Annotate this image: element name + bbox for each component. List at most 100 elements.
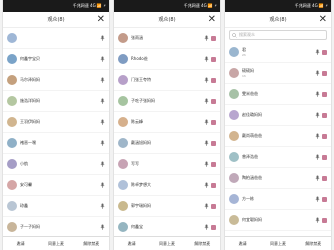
user-name: 褚晋一嘿 — [20, 140, 36, 145]
mic-icon[interactable] — [204, 203, 209, 210]
mute-badge-icon[interactable] — [322, 91, 327, 97]
mute-badge-icon[interactable] — [211, 140, 216, 146]
list-item[interactable]: 何鑫宇宝贝 — [3, 49, 109, 70]
mic-icon[interactable] — [100, 119, 105, 126]
list-item[interactable]: 曾泽浩爸 — [225, 147, 331, 168]
mute-badge-icon[interactable] — [322, 217, 327, 223]
invite-button[interactable]: 邀请 — [114, 237, 149, 250]
mic-icon[interactable] — [204, 35, 209, 42]
mic-icon[interactable] — [315, 196, 320, 203]
mic-icon[interactable] — [204, 161, 209, 168]
user-name: 小航 — [20, 161, 28, 166]
mute-badge-icon[interactable] — [322, 112, 327, 118]
mute-badge-icon[interactable] — [211, 56, 216, 62]
list-item[interactable]: 子吃子张妈妈 — [114, 91, 220, 112]
unmute-button[interactable]: 解除禁麦 — [74, 237, 109, 250]
approve-mic-button[interactable]: 同意上麦 — [260, 237, 295, 250]
mic-icon[interactable] — [315, 49, 320, 56]
mic-icon[interactable] — [100, 35, 105, 42]
mic-icon[interactable] — [315, 217, 320, 224]
list-item[interactable]: 马尔泽妈妈 — [3, 70, 109, 91]
mic-icon[interactable] — [204, 56, 209, 63]
audience-title: 观众(8) — [158, 17, 176, 23]
list-item[interactable]: 方一栋 — [225, 189, 331, 210]
mute-badge-icon[interactable] — [211, 35, 216, 41]
list-item[interactable]: 褚晋一嘿 — [3, 133, 109, 154]
mic-icon[interactable] — [204, 224, 209, 231]
mute-badge-icon[interactable] — [211, 77, 216, 83]
mic-icon[interactable] — [100, 203, 105, 210]
mute-badge-icon[interactable] — [322, 175, 327, 181]
mute-badge-icon[interactable] — [322, 49, 327, 55]
unmute-button[interactable]: 解除禁麦 — [185, 237, 220, 250]
close-icon[interactable]: ✕ — [97, 13, 105, 27]
mic-icon[interactable] — [315, 91, 320, 98]
list-item[interactable]: 子一子妈妈 — [3, 217, 109, 238]
avatar — [229, 68, 239, 78]
mute-badge-icon[interactable] — [322, 133, 327, 139]
list-item[interactable] — [3, 28, 109, 49]
approve-mic-button[interactable]: 同意上麦 — [38, 237, 73, 250]
mute-badge-icon[interactable] — [322, 196, 327, 202]
search-input[interactable]: 搜索观众 — [229, 30, 327, 40]
mute-badge-icon[interactable] — [322, 154, 327, 160]
list-item[interactable]: 戴涵旭妈妈 — [114, 133, 220, 154]
list-item[interactable]: 戴尚萌爸爸 — [225, 126, 331, 147]
mute-badge-icon[interactable] — [211, 203, 216, 209]
avatar — [7, 138, 17, 148]
mute-badge-icon[interactable] — [211, 224, 216, 230]
approve-mic-button[interactable]: 同意上麦 — [149, 237, 184, 250]
list-item[interactable]: 王羽伊妈妈 — [3, 112, 109, 133]
mic-icon[interactable] — [100, 224, 105, 231]
list-item[interactable]: 雯米爸爸 — [225, 84, 331, 105]
list-item[interactable]: 安可馨 — [3, 175, 109, 196]
list-item[interactable]: Rhodo爸 — [114, 49, 220, 70]
list-item[interactable]: 陈云峰 — [114, 112, 220, 133]
mic-icon[interactable] — [315, 175, 320, 182]
mic-icon[interactable] — [315, 112, 320, 119]
avatar — [118, 222, 128, 232]
list-item[interactable]: 小航 — [3, 154, 109, 175]
mute-badge-icon[interactable] — [211, 182, 216, 188]
mic-icon[interactable] — [100, 77, 105, 84]
mute-badge-icon[interactable] — [322, 70, 327, 76]
avatar — [229, 173, 239, 183]
mute-badge-icon[interactable] — [211, 119, 216, 125]
mic-icon[interactable] — [315, 133, 320, 140]
invite-button[interactable]: 邀请 — [225, 237, 260, 250]
avatar — [229, 47, 239, 57]
list-item[interactable]: 陈卓梦想大 — [114, 175, 220, 196]
list-item[interactable]: 何鑫宝 — [114, 217, 220, 238]
unmute-button[interactable]: 解除禁麦 — [296, 237, 331, 250]
list-item[interactable]: 赵佳璐妈妈 — [225, 105, 331, 126]
mic-icon[interactable] — [204, 182, 209, 189]
user-name: 郭宇瑞妈妈 — [131, 203, 151, 208]
list-item[interactable]: 张雨涵 — [114, 28, 220, 49]
mic-icon[interactable] — [315, 70, 320, 77]
list-item[interactable]: 施浩洋妈妈 — [3, 91, 109, 112]
mic-icon[interactable] — [204, 140, 209, 147]
list-item[interactable]: 郭宇瑞妈妈 — [114, 196, 220, 217]
close-icon[interactable]: ✕ — [319, 13, 327, 27]
close-icon[interactable]: ✕ — [208, 13, 216, 27]
list-item[interactable]: 何宜聪妈妈 — [225, 210, 331, 231]
list-item[interactable]: 琼鑫 — [3, 196, 109, 217]
list-item[interactable]: 门张王夸特 — [114, 70, 220, 91]
mic-icon[interactable] — [204, 119, 209, 126]
list-item[interactable]: 写写 — [114, 154, 220, 175]
mute-badge-icon[interactable] — [211, 161, 216, 167]
list-item[interactable]: 硕硕妈 1h — [225, 63, 331, 84]
mute-badge-icon[interactable] — [211, 98, 216, 104]
mic-icon[interactable] — [100, 161, 105, 168]
mic-icon[interactable] — [100, 182, 105, 189]
mic-icon[interactable] — [204, 77, 209, 84]
mic-icon[interactable] — [315, 154, 320, 161]
mic-icon[interactable] — [100, 56, 105, 63]
list-item[interactable]: 君 2h — [225, 42, 331, 63]
user-name: 雯米爸爸 — [242, 91, 258, 96]
list-item[interactable]: 陶柏涵爸爸 — [225, 168, 331, 189]
mic-icon[interactable] — [100, 140, 105, 147]
mic-icon[interactable] — [100, 98, 105, 105]
mic-icon[interactable] — [204, 98, 209, 105]
invite-button[interactable]: 邀请 — [3, 237, 38, 250]
